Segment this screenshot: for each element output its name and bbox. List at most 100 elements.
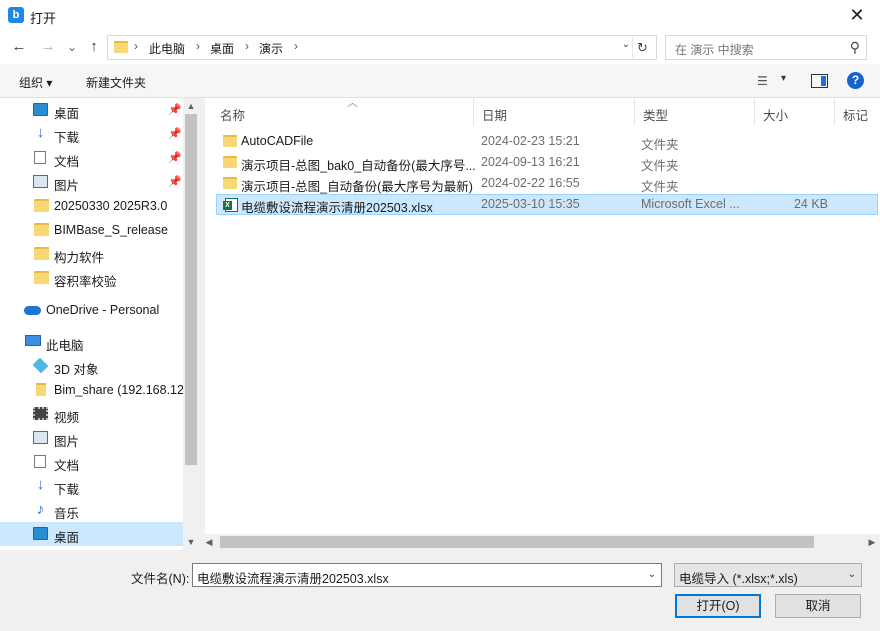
- sidebar-item-bim-share[interactable]: Bim_share (192.168.12: [0, 378, 184, 402]
- search-input[interactable]: 在 演示 中搜索: [675, 41, 754, 58]
- breadcrumb-this-pc[interactable]: 此电脑: [149, 40, 185, 57]
- folder-icon: [34, 247, 49, 260]
- sidebar-item-documents[interactable]: 文档 📌: [0, 146, 183, 170]
- sidebar-vertical-scrollbar[interactable]: ▲ ▼: [183, 98, 199, 550]
- dialog-footer: 文件名(N): 电缆敷设流程演示清册202503.xlsx ⌄ 电缆导入 (*.…: [0, 550, 880, 631]
- sidebar-item-pictures[interactable]: 图片 📌: [0, 170, 183, 194]
- column-header-type[interactable]: 类型: [635, 98, 755, 126]
- file-row[interactable]: 演示项目-总图_bak0_自动备份(最大序号... 2024-09-13 16:…: [216, 152, 878, 173]
- sidebar-item-onedrive[interactable]: OneDrive - Personal: [0, 298, 183, 322]
- search-icon: ⚲: [849, 39, 860, 55]
- close-button[interactable]: ✕: [834, 0, 880, 31]
- folder-icon: [114, 41, 128, 53]
- title-bar: b 打开 ✕: [0, 0, 880, 31]
- column-header-name[interactable]: 名称 ︿: [212, 97, 474, 126]
- 3d-objects-icon: [32, 357, 49, 374]
- view-dropdown-icon[interactable]: ▾: [781, 73, 786, 84]
- pin-icon: 📌: [168, 104, 182, 116]
- filename-input[interactable]: 电缆敷设流程演示清册202503.xlsx: [197, 568, 389, 587]
- open-button[interactable]: 打开(O): [675, 594, 761, 618]
- cloud-icon: [24, 306, 41, 315]
- recent-locations-button[interactable]: ⌄: [62, 37, 82, 57]
- scroll-down-icon[interactable]: ▼: [183, 534, 199, 550]
- navigation-pane: 桌面 📌 ↓ 下载 📌 文档 📌 图片 📌 20250330 2025R3.0 …: [0, 98, 199, 550]
- forward-button[interactable]: →: [38, 37, 58, 57]
- command-toolbar: 组织 ▾ 新建文件夹 ☰ ▾ ?: [0, 64, 880, 98]
- breadcrumb-desktop[interactable]: 桌面: [210, 40, 234, 57]
- scroll-right-icon[interactable]: ▶: [864, 534, 880, 550]
- navigation-bar: ← → ⌄ ↑ › 此电脑 › 桌面 › 演示 › ⌄ ↻ 在 演示 中搜索 ⚲: [0, 31, 880, 64]
- scrollbar-thumb[interactable]: [220, 536, 814, 548]
- sidebar-item-downloads[interactable]: ↓ 下载 📌: [0, 122, 183, 146]
- file-row-selected[interactable]: 电缆敷设流程演示清册202503.xlsx 2025-03-10 15:35 M…: [216, 194, 878, 215]
- file-row[interactable]: AutoCADFile 2024-02-23 15:21 文件夹: [216, 131, 878, 152]
- scroll-up-icon[interactable]: ▲: [183, 98, 199, 114]
- back-button[interactable]: ←: [9, 37, 29, 57]
- up-button[interactable]: ↑: [84, 37, 104, 57]
- folder-icon: [34, 223, 49, 236]
- cancel-button[interactable]: 取消: [775, 594, 861, 618]
- sort-ascending-icon: ︿: [347, 97, 358, 109]
- column-header-size[interactable]: 大小: [755, 98, 835, 126]
- folder-icon: [223, 177, 237, 189]
- desktop-icon: [33, 527, 48, 540]
- help-icon[interactable]: ?: [847, 72, 864, 89]
- breadcrumb-demo[interactable]: 演示: [259, 40, 283, 57]
- sidebar-item-music[interactable]: ♪ 音乐: [0, 498, 183, 522]
- filename-label: 文件名(N):: [131, 572, 190, 586]
- folder-icon: [34, 271, 49, 284]
- excel-icon: [223, 198, 238, 212]
- refresh-button[interactable]: ↻: [632, 37, 652, 58]
- filename-field[interactable]: 电缆敷设流程演示清册202503.xlsx ⌄: [192, 563, 662, 587]
- pin-icon: 📌: [168, 128, 182, 140]
- download-icon: ↓: [36, 476, 45, 493]
- window-title: 打开: [30, 11, 57, 26]
- sidebar-item-desktop[interactable]: 桌面 📌: [0, 98, 183, 122]
- pin-icon: 📌: [168, 152, 182, 164]
- picture-icon: [33, 431, 48, 444]
- file-list: 名称 ︿ 日期 类型 大小 标记 AutoCADFile 2024-02-23 …: [205, 97, 880, 550]
- document-icon: [34, 455, 46, 468]
- picture-icon: [33, 175, 48, 188]
- sidebar-item-folder-bimbase[interactable]: BIMBase_S_release: [0, 218, 183, 242]
- desktop-icon: [33, 103, 48, 116]
- music-icon: ♪: [36, 501, 45, 518]
- close-icon: ✕: [849, 5, 865, 25]
- column-header-tags[interactable]: 标记: [835, 98, 880, 126]
- sidebar-item-videos[interactable]: 视频: [0, 402, 183, 426]
- scrollbar-thumb[interactable]: [185, 114, 197, 465]
- download-icon: ↓: [36, 124, 45, 141]
- sidebar-item-folder-gouli[interactable]: 构力软件: [0, 242, 183, 266]
- address-bar[interactable]: › 此电脑 › 桌面 › 演示 › ⌄ ↻: [107, 35, 657, 60]
- computer-icon: [25, 335, 41, 346]
- sidebar-item-desktop-pc[interactable]: 桌面: [0, 522, 183, 546]
- chevron-down-icon[interactable]: ⌄: [648, 569, 656, 580]
- organize-menu[interactable]: 组织 ▾: [19, 74, 52, 91]
- preview-pane-icon[interactable]: [811, 74, 828, 88]
- pin-icon: 📌: [168, 176, 182, 188]
- network-drive-icon: [36, 383, 46, 396]
- column-header-date[interactable]: 日期: [474, 98, 635, 126]
- view-options-icon[interactable]: ☰: [757, 74, 775, 88]
- sidebar-item-folder-20250330[interactable]: 20250330 2025R3.0: [0, 194, 183, 218]
- sidebar-item-documents-pc[interactable]: 文档: [0, 450, 183, 474]
- sidebar-item-3d-objects[interactable]: 3D 对象: [0, 354, 183, 378]
- new-folder-button[interactable]: 新建文件夹: [86, 74, 146, 91]
- video-icon: [33, 407, 48, 420]
- search-box[interactable]: 在 演示 中搜索 ⚲: [665, 35, 867, 60]
- scroll-left-icon[interactable]: ◀: [201, 534, 217, 550]
- file-type-select[interactable]: 电缆导入 (*.xlsx;*.xls) ⌄: [674, 563, 862, 587]
- folder-icon: [223, 135, 237, 147]
- app-icon: b: [8, 7, 24, 23]
- folder-icon: [34, 199, 49, 212]
- sidebar-item-downloads-pc[interactable]: ↓ 下载: [0, 474, 183, 498]
- chevron-down-icon: ⌄: [847, 569, 856, 580]
- sidebar-item-pictures-pc[interactable]: 图片: [0, 426, 183, 450]
- file-row[interactable]: 演示项目-总图_自动备份(最大序号为最新) 2024-02-22 16:55 文…: [216, 173, 878, 194]
- file-list-horizontal-scrollbar[interactable]: ◀ ▶: [199, 534, 880, 550]
- address-dropdown-icon[interactable]: ⌄: [622, 39, 630, 50]
- sidebar-item-folder-far-check[interactable]: 容积率校验: [0, 266, 183, 290]
- folder-icon: [223, 156, 237, 168]
- sidebar-item-this-pc[interactable]: 此电脑: [0, 330, 183, 354]
- document-icon: [34, 151, 46, 164]
